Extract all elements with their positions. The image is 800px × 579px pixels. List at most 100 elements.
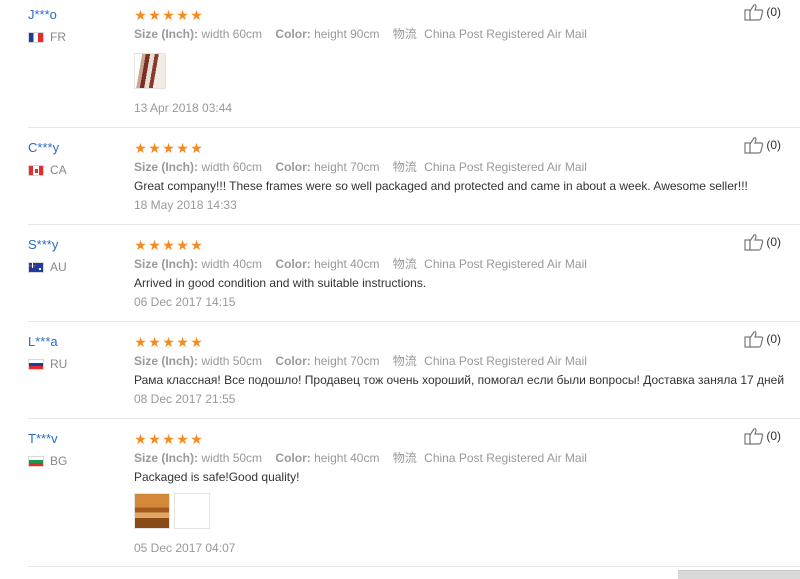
shipping-method: China Post Registered Air Mail xyxy=(424,451,587,465)
helpful-button[interactable]: (0) xyxy=(744,330,781,348)
review-comment: Arrived in good condition and with suita… xyxy=(134,276,427,290)
star-icon: ★ xyxy=(176,140,189,156)
shipping-label: 物流 xyxy=(392,27,417,41)
review-divider xyxy=(28,418,800,419)
helpful-count: (0) xyxy=(766,332,781,346)
star-icon: ★ xyxy=(134,431,147,447)
reviewer-name[interactable]: T***v xyxy=(28,431,58,447)
shipping-label: 物流 xyxy=(392,354,417,368)
star-icon: ★ xyxy=(176,334,189,350)
order-attributes: Size (Inch): width 40cm Color: height 40… xyxy=(134,256,587,272)
review-photo[interactable] xyxy=(134,53,166,89)
star-icon: ★ xyxy=(162,334,175,350)
review-date: 18 May 2018 14:33 xyxy=(134,198,237,212)
flag-ru-icon xyxy=(28,358,44,370)
helpful-count: (0) xyxy=(766,138,781,152)
color-label: Color: xyxy=(275,354,311,368)
helpful-button[interactable]: (0) xyxy=(744,233,781,251)
color-value: height 70cm xyxy=(314,160,380,174)
color-label: Color: xyxy=(275,27,311,41)
shipping-label: 物流 xyxy=(392,160,417,174)
star-icon: ★ xyxy=(190,140,203,156)
thumbs-up-icon xyxy=(744,137,764,154)
flag-au-icon xyxy=(28,261,44,273)
star-icon: ★ xyxy=(162,431,175,447)
size-label: Size (Inch): xyxy=(134,451,199,465)
star-icon: ★ xyxy=(148,140,161,156)
shipping-label: 物流 xyxy=(392,257,417,271)
helpful-button[interactable]: (0) xyxy=(744,427,781,445)
star-rating: ★ ★ ★ ★ ★ xyxy=(134,237,203,253)
review-date: 05 Dec 2017 04:07 xyxy=(134,541,236,555)
size-label: Size (Inch): xyxy=(134,27,199,41)
size-value: width 60cm xyxy=(201,160,263,174)
star-icon: ★ xyxy=(190,7,203,23)
star-icon: ★ xyxy=(134,7,147,23)
star-rating: ★ ★ ★ ★ ★ xyxy=(134,140,203,156)
helpful-count: (0) xyxy=(766,5,781,19)
color-label: Color: xyxy=(275,257,311,271)
order-attributes: Size (Inch): width 60cm Color: height 70… xyxy=(134,159,587,175)
star-icon: ★ xyxy=(134,334,147,350)
size-label: Size (Inch): xyxy=(134,354,199,368)
size-value: width 50cm xyxy=(201,354,263,368)
review-divider xyxy=(28,321,800,322)
review-photo[interactable] xyxy=(134,493,170,529)
star-icon: ★ xyxy=(148,431,161,447)
review-photo[interactable] xyxy=(174,493,210,529)
shipping-method: China Post Registered Air Mail xyxy=(424,257,587,271)
star-icon: ★ xyxy=(162,237,175,253)
helpful-count: (0) xyxy=(766,235,781,249)
helpful-button[interactable]: (0) xyxy=(744,136,781,154)
flag-fr-icon xyxy=(28,31,44,43)
thumbs-up-icon xyxy=(744,331,764,348)
reviewer-country: BG xyxy=(28,453,67,469)
helpful-button[interactable]: (0) xyxy=(744,3,781,21)
star-icon: ★ xyxy=(176,237,189,253)
review-comment: Packaged is safe!Good quality! xyxy=(134,470,300,484)
reviewer-name[interactable]: S***y xyxy=(28,237,58,253)
color-label: Color: xyxy=(275,160,311,174)
reviewer-name[interactable]: J***o xyxy=(28,7,57,23)
order-attributes: Size (Inch): width 60cm Color: height 90… xyxy=(134,26,587,42)
color-value: height 70cm xyxy=(314,354,380,368)
star-icon: ★ xyxy=(134,140,147,156)
reviewer-name[interactable]: L***a xyxy=(28,334,58,350)
size-value: width 50cm xyxy=(201,451,263,465)
order-attributes: Size (Inch): width 50cm Color: height 40… xyxy=(134,450,587,466)
color-label: Color: xyxy=(275,451,311,465)
size-label: Size (Inch): xyxy=(134,257,199,271)
review-comment: Great company!!! These frames were so we… xyxy=(134,179,748,193)
review-comment: Рама классная! Все подошло! Продавец тож… xyxy=(134,373,785,387)
reviewer-name[interactable]: C***y xyxy=(28,140,59,156)
reviewer-country: FR xyxy=(28,29,66,45)
star-rating: ★ ★ ★ ★ ★ xyxy=(134,431,203,447)
star-icon: ★ xyxy=(134,237,147,253)
review-date: 06 Dec 2017 14:15 xyxy=(134,295,236,309)
shipping-method: China Post Registered Air Mail xyxy=(424,354,587,368)
review-divider xyxy=(28,127,800,128)
star-icon: ★ xyxy=(190,237,203,253)
reviewer-country: AU xyxy=(28,259,67,275)
flag-bg-icon xyxy=(28,455,44,467)
star-icon: ★ xyxy=(148,7,161,23)
star-icon: ★ xyxy=(176,431,189,447)
color-value: height 40cm xyxy=(314,257,380,271)
shipping-method: China Post Registered Air Mail xyxy=(424,160,587,174)
reviewer-country: CA xyxy=(28,162,67,178)
star-icon: ★ xyxy=(148,237,161,253)
review-date: 08 Dec 2017 21:55 xyxy=(134,392,236,406)
star-icon: ★ xyxy=(190,431,203,447)
thumbs-up-icon xyxy=(744,428,764,445)
star-icon: ★ xyxy=(190,334,203,350)
star-icon: ★ xyxy=(162,140,175,156)
shipping-method: China Post Registered Air Mail xyxy=(424,27,587,41)
size-value: width 40cm xyxy=(201,257,263,271)
thumbs-up-icon xyxy=(744,234,764,251)
review-divider xyxy=(28,224,800,225)
star-icon: ★ xyxy=(176,7,189,23)
star-rating: ★ ★ ★ ★ ★ xyxy=(134,334,203,350)
thumbs-up-icon xyxy=(744,4,764,21)
reviewer-country: RU xyxy=(28,356,67,372)
star-icon: ★ xyxy=(162,7,175,23)
